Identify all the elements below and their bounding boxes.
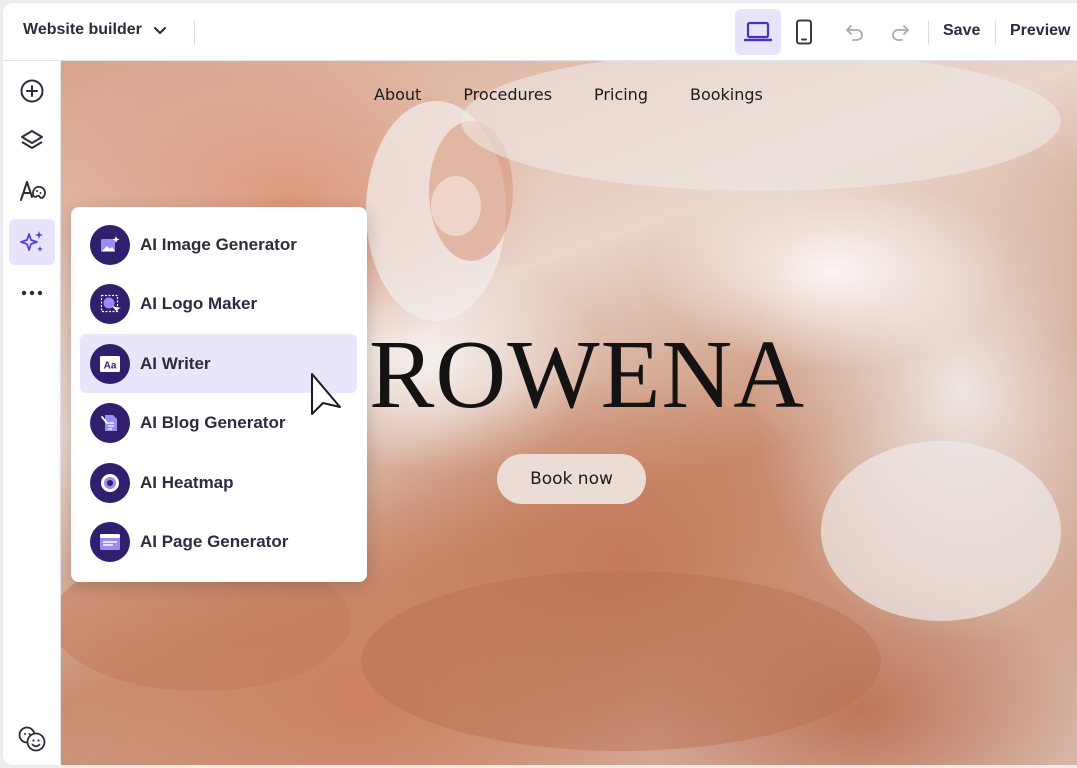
nav-link-bookings[interactable]: Bookings bbox=[690, 85, 763, 104]
layers-icon bbox=[21, 130, 43, 149]
mouse-pointer-icon bbox=[311, 373, 341, 415]
ai-sparkle-icon bbox=[20, 231, 43, 252]
left-tool-rail bbox=[3, 61, 61, 765]
nav-link-pricing[interactable]: Pricing bbox=[594, 85, 648, 104]
more-tools-button[interactable] bbox=[9, 270, 55, 316]
desktop-icon bbox=[744, 21, 772, 42]
heatmap-icon bbox=[90, 462, 130, 503]
chevron-down-icon bbox=[153, 27, 166, 34]
image-generator-icon bbox=[90, 224, 130, 265]
nav-link-procedures[interactable]: Procedures bbox=[463, 85, 552, 104]
nav-link-about[interactable]: About bbox=[374, 85, 421, 104]
toolbar-divider bbox=[928, 21, 929, 45]
website-selector-dropdown[interactable]: Website builder bbox=[23, 21, 168, 39]
site-nav: About Procedures Pricing Bookings bbox=[374, 85, 763, 104]
logo-maker-icon bbox=[90, 283, 130, 324]
writer-icon: Aa bbox=[90, 343, 130, 384]
ai-menu-item-label: AI Writer bbox=[140, 353, 211, 373]
ai-menu-item-heatmap[interactable]: AI Heatmap bbox=[80, 453, 357, 512]
ai-menu-item-label: AI Image Generator bbox=[140, 234, 297, 254]
book-now-button[interactable]: Book now bbox=[497, 454, 646, 504]
website-selector-label: Website builder bbox=[23, 21, 142, 38]
design-icon bbox=[20, 181, 46, 201]
top-toolbar: Website builder Save Preview bbox=[3, 3, 1077, 61]
ai-menu-item-logo-maker[interactable]: AI Logo Maker bbox=[80, 274, 357, 333]
emoji-feedback-icon bbox=[18, 726, 46, 752]
blog-generator-icon bbox=[90, 402, 130, 443]
more-icon bbox=[21, 290, 43, 296]
mobile-icon bbox=[796, 19, 812, 45]
save-button[interactable]: Save bbox=[943, 22, 980, 40]
ai-menu-item-label: AI Heatmap bbox=[140, 472, 234, 492]
redo-icon bbox=[892, 25, 909, 41]
preview-button[interactable]: Preview bbox=[1010, 22, 1070, 40]
redo-button[interactable] bbox=[888, 20, 912, 44]
ai-menu-item-label: AI Blog Generator bbox=[140, 412, 286, 432]
ai-tools-button[interactable] bbox=[9, 219, 55, 265]
design-styles-button[interactable] bbox=[9, 168, 55, 214]
add-element-button[interactable] bbox=[9, 68, 55, 114]
mobile-view-button[interactable] bbox=[781, 9, 827, 55]
editor-window: Website builder Save Preview About Proce… bbox=[3, 3, 1077, 765]
undo-button[interactable] bbox=[843, 20, 867, 44]
toolbar-divider bbox=[194, 21, 195, 45]
feedback-button[interactable] bbox=[9, 716, 55, 762]
ai-menu-item-label: AI Logo Maker bbox=[140, 293, 258, 313]
add-icon bbox=[20, 79, 44, 103]
undo-icon bbox=[846, 25, 863, 41]
ai-menu-item-page-generator[interactable]: AI Page Generator bbox=[80, 512, 357, 571]
layers-button[interactable] bbox=[9, 118, 55, 164]
ai-menu-item-image-generator[interactable]: AI Image Generator bbox=[80, 215, 357, 274]
hero-title[interactable]: ROWENA bbox=[369, 326, 805, 424]
svg-text:Aa: Aa bbox=[104, 360, 117, 371]
toolbar-divider bbox=[995, 21, 996, 45]
desktop-view-button[interactable] bbox=[735, 9, 781, 55]
ai-menu-item-label: AI Page Generator bbox=[140, 531, 289, 551]
page-generator-icon bbox=[90, 521, 130, 562]
